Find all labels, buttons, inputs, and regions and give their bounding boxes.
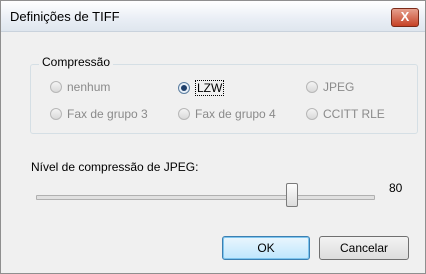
close-button[interactable]: X — [391, 8, 419, 27]
jpeg-level-thumb[interactable] — [286, 183, 298, 207]
jpeg-level-label: Nível de compressão de JPEG: — [31, 160, 199, 174]
radio-label: Fax de grupo 4 — [195, 107, 276, 121]
radio-lzw[interactable]: LZW — [178, 80, 225, 96]
cancel-button[interactable]: Cancelar — [319, 236, 409, 260]
radio-circle-icon — [50, 108, 62, 120]
radio-circle-icon — [178, 82, 190, 94]
radio-fax-grupo-4[interactable]: Fax de grupo 4 — [178, 107, 276, 121]
dialog-title: Definições de TIFF — [10, 9, 120, 24]
radio-label: Fax de grupo 3 — [67, 107, 148, 121]
radio-fax-grupo-3[interactable]: Fax de grupo 3 — [50, 107, 148, 121]
tiff-settings-dialog: Definições de TIFF X Compressão nenhum L… — [0, 0, 426, 274]
radio-label: nenhum — [67, 80, 111, 94]
close-icon: X — [400, 9, 410, 24]
radio-circle-icon — [178, 108, 190, 120]
jpeg-level-value: 80 — [389, 181, 403, 195]
radio-label: JPEG — [323, 80, 355, 94]
radio-circle-icon — [306, 108, 318, 120]
radio-circle-icon — [50, 81, 62, 93]
radio-label: LZW — [195, 80, 225, 96]
radio-nenhum[interactable]: nenhum — [50, 80, 110, 94]
jpeg-level-track[interactable] — [36, 195, 375, 200]
radio-ccitt-rle[interactable]: CCITT RLE — [306, 107, 385, 121]
compression-group — [30, 64, 418, 134]
radio-jpeg[interactable]: JPEG — [306, 80, 354, 94]
ok-button[interactable]: OK — [222, 236, 310, 260]
radio-label: CCITT RLE — [323, 107, 385, 121]
title-bar: Definições de TIFF X — [1, 1, 425, 32]
compression-legend: Compressão — [39, 55, 114, 69]
radio-circle-icon — [306, 81, 318, 93]
